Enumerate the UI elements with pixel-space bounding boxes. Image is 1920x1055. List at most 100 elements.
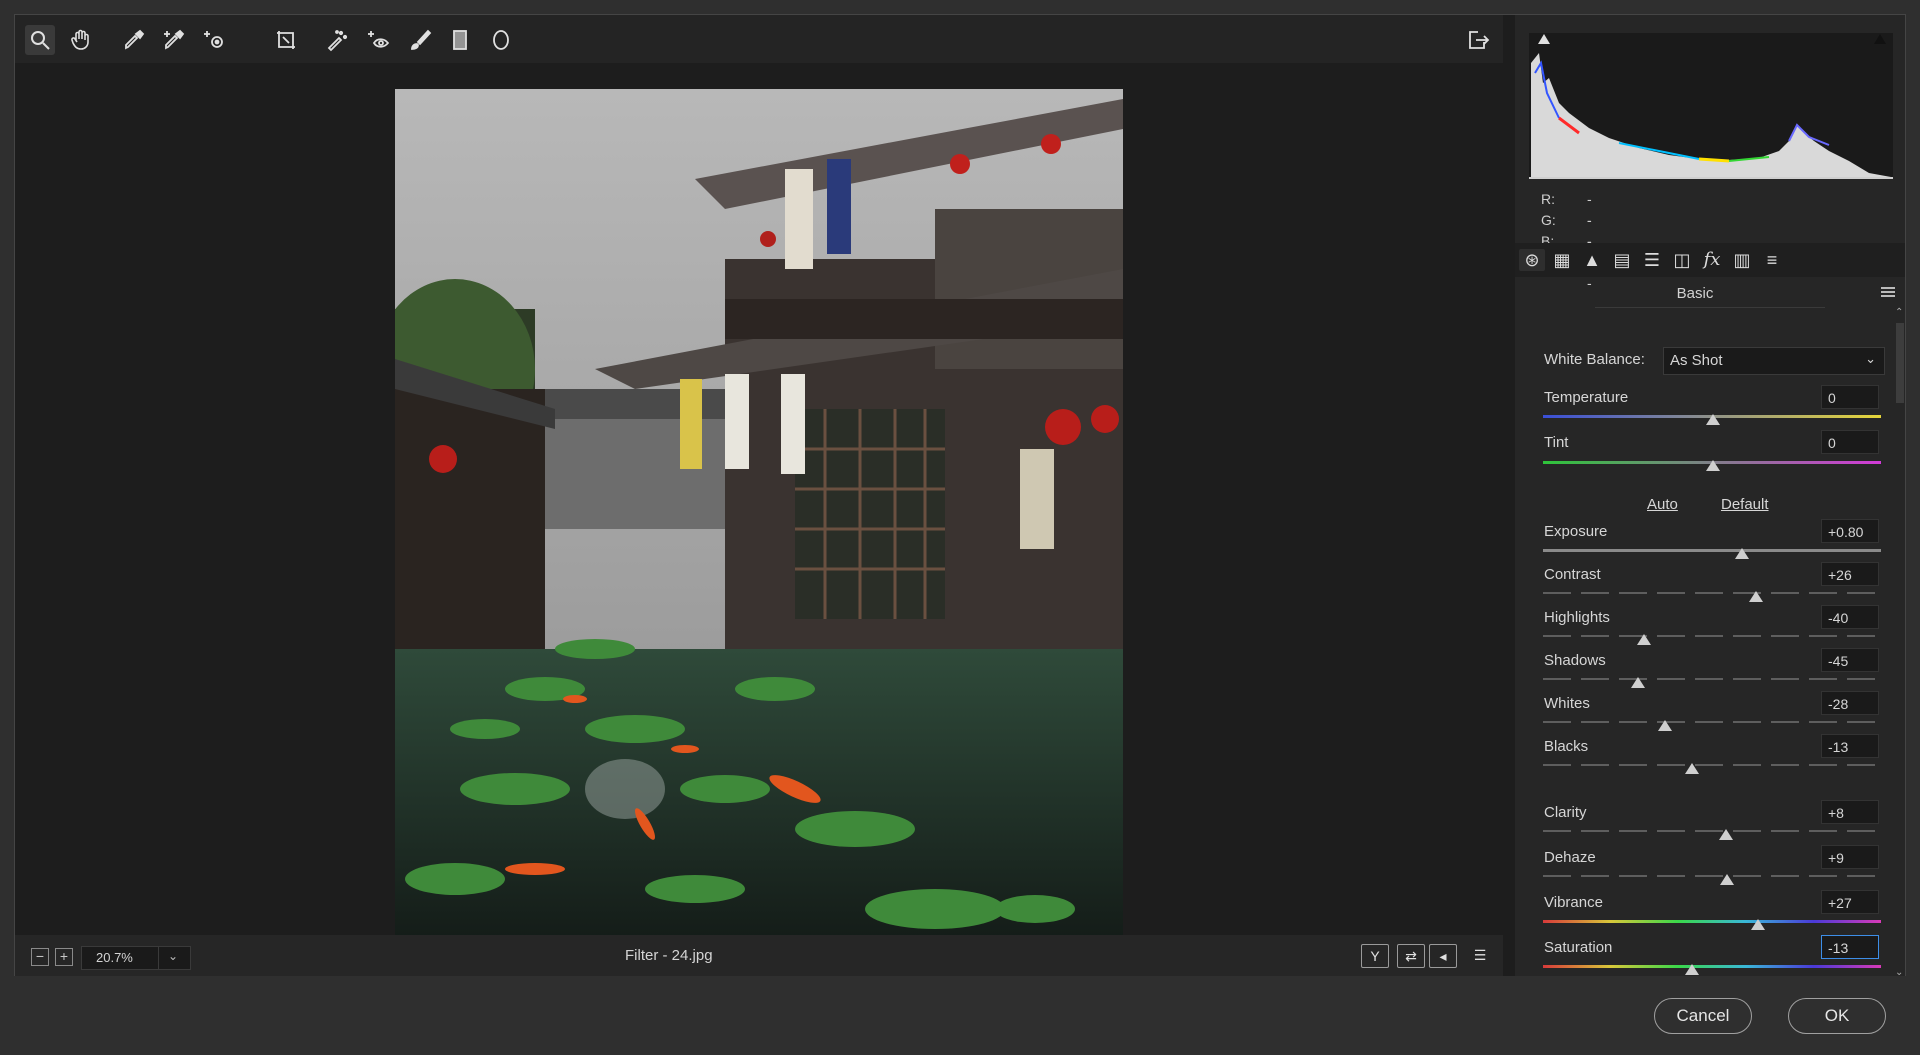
- histogram: [1529, 33, 1893, 179]
- zoom-out-button[interactable]: −: [31, 948, 49, 966]
- open-image-icon[interactable]: [1463, 25, 1493, 55]
- red-eye-icon[interactable]: [363, 25, 393, 55]
- whites-input[interactable]: -28: [1821, 691, 1879, 715]
- contrast-label: Contrast: [1544, 566, 1601, 583]
- effects-tab-icon[interactable]: fx: [1699, 249, 1725, 271]
- whites-label: Whites: [1544, 695, 1590, 712]
- before-after-view-icon[interactable]: Y: [1361, 944, 1389, 968]
- r-label: R:: [1541, 191, 1555, 207]
- presets-tab-icon[interactable]: ≡: [1759, 249, 1785, 271]
- highlight-clipping-icon[interactable]: [1873, 31, 1887, 45]
- vibrance-input[interactable]: +27: [1821, 890, 1879, 914]
- highlights-label: Highlights: [1544, 609, 1610, 626]
- temperature-input[interactable]: 0: [1821, 385, 1879, 409]
- vibrance-label: Vibrance: [1544, 894, 1603, 911]
- contrast-input[interactable]: +26: [1821, 562, 1879, 586]
- hand-tool-icon[interactable]: [66, 25, 96, 55]
- transform-icon[interactable]: [271, 25, 301, 55]
- tint-slider-thumb[interactable]: [1706, 460, 1720, 471]
- shadows-input[interactable]: -45: [1821, 648, 1879, 672]
- radial-filter-icon[interactable]: [486, 25, 516, 55]
- shadow-clipping-icon[interactable]: [1537, 31, 1551, 45]
- exposure-slider-thumb[interactable]: [1735, 548, 1750, 559]
- dialog-footer: Cancel OK: [0, 976, 1920, 1055]
- zoom-tool-icon[interactable]: [25, 25, 55, 55]
- exposure-slider-track[interactable]: [1543, 549, 1881, 552]
- photo-preview[interactable]: [395, 89, 1123, 941]
- lens-corrections-tab-icon[interactable]: ◫: [1669, 249, 1695, 271]
- tone-curve-tab-icon[interactable]: ▦: [1549, 249, 1575, 271]
- toolbar: [15, 15, 1503, 63]
- ok-button[interactable]: OK: [1788, 998, 1886, 1034]
- auto-link[interactable]: Auto: [1647, 496, 1678, 513]
- tint-label: Tint: [1544, 434, 1569, 451]
- clarity-slider-thumb[interactable]: [1718, 829, 1733, 840]
- zoom-in-button[interactable]: +: [55, 948, 73, 966]
- scroll-up-icon[interactable]: ⌃: [1895, 307, 1903, 318]
- panel-menu-icon[interactable]: [1881, 287, 1895, 297]
- white-balance-select[interactable]: As Shot ⌄: [1663, 347, 1885, 375]
- preferences-icon[interactable]: ☰: [1467, 944, 1493, 966]
- cancel-button[interactable]: Cancel: [1654, 998, 1752, 1034]
- detail-tab-icon[interactable]: ▲: [1579, 249, 1605, 271]
- hsl-tab-icon[interactable]: ▤: [1609, 249, 1635, 271]
- split-toning-tab-icon[interactable]: ☰: [1639, 249, 1665, 271]
- swap-settings-icon[interactable]: ⇄: [1397, 944, 1425, 968]
- camera-calibration-tab-icon[interactable]: ▥: [1729, 249, 1755, 271]
- clarity-input[interactable]: +8: [1821, 800, 1879, 824]
- adjustment-brush-icon[interactable]: [405, 25, 435, 55]
- basic-tab-icon[interactable]: ⊛: [1519, 249, 1545, 271]
- temperature-slider-thumb[interactable]: [1706, 414, 1720, 425]
- blacks-slider-thumb[interactable]: [1684, 763, 1699, 774]
- eyedropper-icon[interactable]: [119, 25, 149, 55]
- clarity-label: Clarity: [1544, 804, 1587, 821]
- color-sampler-icon[interactable]: [159, 25, 189, 55]
- filename-label: Filter - 24.jpg: [625, 947, 713, 964]
- section-header: Basic: [1515, 277, 1905, 313]
- panel-scrollbar[interactable]: ⌃ ⌄: [1895, 307, 1905, 978]
- blacks-label: Blacks: [1544, 738, 1589, 755]
- chevron-down-icon: ⌄: [1865, 351, 1876, 366]
- blacks-slider-track[interactable]: [1543, 764, 1881, 766]
- blacks-input[interactable]: -13: [1821, 734, 1879, 758]
- image-preview-area[interactable]: [15, 63, 1503, 941]
- status-bar: − + 20.7% ⌄ Filter - 24.jpg Y ⇄ ◂ ☰: [15, 935, 1503, 977]
- dehaze-input[interactable]: +9: [1821, 845, 1879, 869]
- dehaze-slider-track[interactable]: [1543, 875, 1881, 877]
- saturation-input[interactable]: -13: [1821, 935, 1879, 959]
- temperature-label: Temperature: [1544, 389, 1629, 406]
- contrast-slider-track[interactable]: [1543, 592, 1881, 594]
- saturation-slider-thumb[interactable]: [1684, 964, 1699, 975]
- chevron-down-icon: ⌄: [168, 949, 179, 963]
- highlights-slider-track[interactable]: [1543, 635, 1881, 637]
- camera-raw-window: − + 20.7% ⌄ Filter - 24.jpg Y ⇄ ◂ ☰ R: -…: [14, 14, 1906, 978]
- tint-input[interactable]: 0: [1821, 430, 1879, 454]
- exposure-input[interactable]: +0.80: [1821, 519, 1879, 543]
- zoom-level-select[interactable]: 20.7% ⌄: [81, 946, 191, 970]
- highlights-input[interactable]: -40: [1821, 605, 1879, 629]
- vibrance-slider-thumb[interactable]: [1750, 919, 1765, 930]
- panel-title: Basic: [1676, 285, 1714, 302]
- graduated-filter-icon[interactable]: [445, 25, 475, 55]
- dehaze-label: Dehaze: [1544, 849, 1596, 866]
- shadows-slider-thumb[interactable]: [1630, 677, 1645, 688]
- whites-slider-track[interactable]: [1543, 721, 1881, 723]
- panel-tabs: ⊛ ▦ ▲ ▤ ☰ ◫ fx ▥ ≡: [1515, 243, 1905, 277]
- contrast-slider-thumb[interactable]: [1748, 591, 1763, 602]
- shadows-slider-track[interactable]: [1543, 678, 1881, 680]
- highlights-slider-thumb[interactable]: [1637, 634, 1652, 645]
- saturation-label: Saturation: [1544, 939, 1613, 956]
- spot-removal-icon[interactable]: [321, 25, 351, 55]
- vibrance-slider-track[interactable]: [1543, 920, 1881, 923]
- copy-settings-icon[interactable]: ◂: [1429, 944, 1457, 968]
- clarity-slider-track[interactable]: [1543, 830, 1881, 832]
- whites-slider-thumb[interactable]: [1657, 720, 1672, 731]
- scrollbar-thumb[interactable]: [1896, 323, 1904, 403]
- targeted-adjustment-icon[interactable]: [199, 25, 229, 55]
- white-balance-label: White Balance:: [1544, 351, 1645, 368]
- white-balance-value: As Shot: [1670, 352, 1723, 369]
- dehaze-slider-thumb[interactable]: [1720, 874, 1735, 885]
- saturation-slider-track[interactable]: [1543, 965, 1881, 968]
- default-link[interactable]: Default: [1721, 496, 1769, 513]
- exposure-label: Exposure: [1544, 523, 1608, 540]
